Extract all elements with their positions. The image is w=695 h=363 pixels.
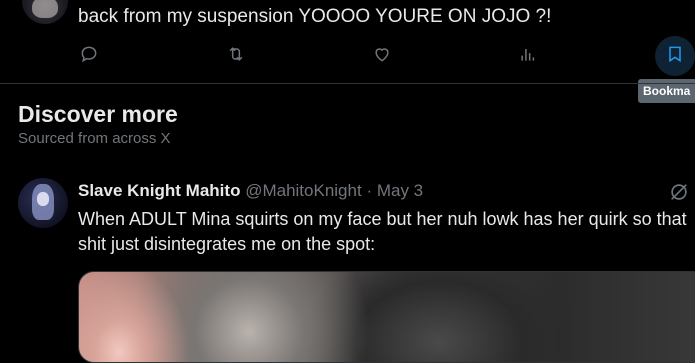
post-header: Slave Knight Mahito @MahitoKnight · May …	[78, 179, 423, 203]
top-post-text: back from my suspension YOOOO YOURE ON J…	[78, 6, 552, 27]
discover-subtitle: Sourced from across X	[18, 130, 171, 147]
post-media[interactable]	[78, 271, 695, 363]
views-button[interactable]	[508, 36, 548, 76]
analytics-icon	[518, 44, 538, 69]
post-date[interactable]: May 3	[377, 181, 423, 200]
bookmark-button[interactable]	[655, 36, 695, 76]
repost-button[interactable]	[216, 36, 256, 76]
bookmark-icon	[665, 44, 685, 69]
top-post-avatar[interactable]	[22, 0, 68, 24]
post-text: When ADULT Mina squirts on my face but h…	[78, 209, 687, 254]
author-avatar[interactable]	[18, 178, 68, 228]
reply-button[interactable]	[69, 36, 109, 76]
author-name[interactable]: Slave Knight Mahito	[78, 181, 240, 200]
like-button[interactable]	[362, 36, 402, 76]
top-post-action-bar	[0, 36, 695, 76]
post-separator: ·	[366, 181, 373, 200]
repost-icon	[226, 44, 246, 69]
heart-icon	[372, 44, 392, 69]
grok-icon[interactable]	[668, 181, 690, 203]
section-divider	[0, 83, 695, 84]
discover-title: Discover more	[18, 101, 178, 127]
reply-icon	[79, 44, 99, 69]
author-handle[interactable]: @MahitoKnight	[245, 181, 362, 200]
